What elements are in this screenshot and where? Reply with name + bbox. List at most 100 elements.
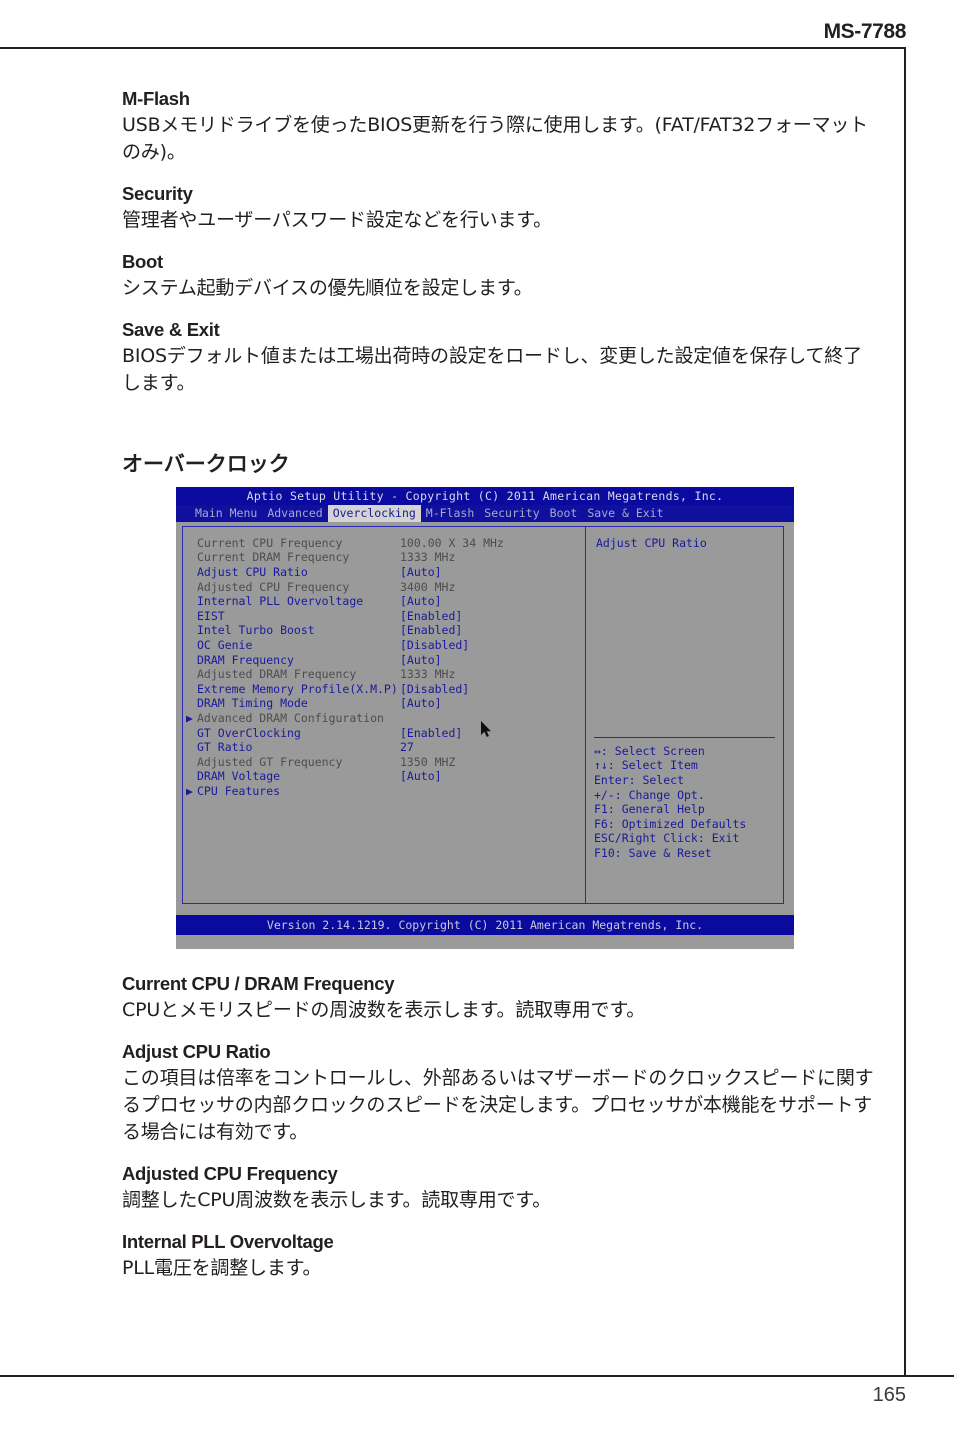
section-body: USBメモリドライブを使ったBIOS更新を行う際に使用します。(FAT/FAT3… (122, 114, 868, 163)
manual-section: M-Flash USBメモリドライブを使ったBIOS更新を行う際に使用します。(F… (122, 88, 878, 166)
mouse-cursor-icon (481, 720, 491, 737)
bios-tab-boot[interactable]: Boot (545, 505, 583, 522)
bios-help-key: F10: Save & Reset (594, 845, 712, 860)
bios-help-key: F1: General Help (594, 802, 705, 817)
bios-tab-security[interactable]: Security (479, 505, 544, 522)
overclock-heading: オーバークロック (122, 451, 290, 476)
bios-setting-value[interactable]: [Auto] (400, 594, 442, 609)
bios-help-key: Enter: Select (594, 773, 685, 787)
bios-tab-save-exit[interactable]: Save & Exit (582, 505, 668, 522)
header-rule (0, 47, 906, 49)
bios-setting-label: Adjusted DRAM Frequency (197, 667, 357, 682)
bios-setting-value[interactable]: [Disabled] (400, 682, 469, 697)
bios-setting-row[interactable]: Adjusted GT Frequency 1350 MHZ (183, 755, 586, 770)
bios-title-bar: Aptio Setup Utility - Copyright (C) 2011… (176, 486, 794, 505)
bios-setting-row[interactable]: DRAM Frequency [Auto] (183, 653, 586, 668)
bios-setting-row[interactable]: Extreme Memory Profile(X.M.P) [Disabled] (183, 682, 586, 697)
bios-setting-row[interactable]: ▶ Advanced DRAM Configuration (183, 711, 586, 726)
document-code: MS-7788 (823, 20, 907, 43)
bios-setting-value[interactable]: [Enabled] (400, 609, 462, 624)
setting-body: PLL電圧を調整します。 (122, 1256, 322, 1279)
bios-setting-value[interactable]: [Auto] (400, 696, 442, 711)
bios-setting-row[interactable]: DRAM Voltage [Auto] (183, 769, 586, 784)
bios-setting-value[interactable]: 100.00 X 34 MHz (400, 536, 504, 551)
manual-section: Security 管理者やユーザーパスワード設定などを行います。 (122, 183, 878, 234)
bios-tab-bar[interactable]: Main Menu Advanced Overclocking M-Flash Secu… (176, 504, 794, 522)
setting-description: Internal PLL Overvoltage PLL電圧を調整します。 (122, 1231, 878, 1282)
page-right-rule (904, 47, 906, 1377)
setting-body: 調整したCPU周波数を表示します。読取専用です。 (122, 1188, 552, 1211)
bios-setting-value[interactable]: [Auto] (400, 653, 442, 668)
bios-setting-label: Current CPU Frequency (197, 535, 343, 550)
bios-setting-label: Advanced DRAM Configuration (197, 710, 384, 725)
bios-setting-row[interactable]: ▶ CPU Features (183, 784, 586, 799)
bios-setting-label: DRAM Frequency (197, 652, 294, 667)
setting-body: CPUとメモリスピードの周波数を表示します。読取専用です。 (122, 998, 646, 1021)
setting-body: この項目は倍率をコントロールし、外部あるいはマザーボードのクロックスピードに関す… (122, 1066, 874, 1143)
section-body: 管理者やユーザーパスワード設定などを行います。 (122, 208, 552, 231)
bios-setting-label: OC Genie (197, 637, 253, 652)
bios-setting-row[interactable]: OC Genie [Disabled] (183, 638, 586, 653)
bios-help-key: ESC/Right Click: Exit (594, 831, 740, 846)
bios-setting-row[interactable]: Current DRAM Frequency 1333 MHz (183, 550, 586, 565)
bios-tab-main-menu[interactable]: Main Menu (190, 505, 262, 522)
bios-setting-value[interactable]: 3400 MHz (400, 580, 455, 595)
section-title: Security (122, 182, 193, 204)
section-title: Boot (122, 250, 163, 272)
bios-setting-value[interactable]: 1333 MHz (400, 550, 455, 565)
setting-title: Internal PLL Overvoltage (122, 1230, 334, 1252)
bios-help-separator (594, 736, 775, 738)
intro-sections: M-Flash USBメモリドライブを使ったBIOS更新を行う際に使用します。(F… (122, 88, 878, 397)
bios-setting-value[interactable]: 1350 MHZ (400, 755, 455, 770)
setting-title: Adjusted CPU Frequency (122, 1162, 338, 1184)
bios-setting-row[interactable]: Adjusted CPU Frequency 3400 MHz (183, 580, 586, 595)
manual-section: Boot システム起動デバイスの優先順位を設定します。 (122, 251, 878, 302)
bios-setting-row[interactable]: Adjusted DRAM Frequency 1333 MHz (183, 667, 586, 682)
bios-setting-value[interactable]: [Enabled] (400, 726, 462, 741)
submenu-arrow-icon: ▶ (186, 783, 193, 798)
bios-setting-label: GT Ratio (197, 740, 253, 755)
bios-setting-value[interactable]: 1333 MHz (400, 667, 455, 682)
bios-help-key: +/-: Change Opt. (594, 787, 705, 802)
bios-setting-row[interactable]: Adjust CPU Ratio [Auto] (183, 565, 586, 580)
bios-setting-row[interactable]: DRAM Timing Mode [Auto] (183, 696, 586, 711)
bios-screenshot: Aptio Setup Utility - Copyright (C) 2011… (176, 486, 794, 949)
bios-setting-row[interactable]: Current CPU Frequency 100.00 X 34 MHz (183, 536, 586, 551)
setting-description: Current CPU / DRAM Frequency CPUとメモリスピードの… (122, 973, 878, 1024)
bios-help-key: ↔: Select Screen (594, 743, 705, 758)
bios-setting-row[interactable]: GT Ratio 27 (183, 740, 586, 755)
bios-setting-label: Adjust CPU Ratio (197, 565, 308, 579)
bios-setting-row[interactable]: GT OverClocking [Enabled] (183, 726, 586, 741)
bios-help-panel: Adjust CPU Ratio ↔: Select Screen ↑↓: Sel… (585, 525, 784, 904)
bios-setting-value[interactable]: [Disabled] (400, 638, 469, 653)
bios-setting-value[interactable]: [Auto] (400, 769, 442, 784)
section-body: BIOSデフォルト値または工場出荷時の設定をロードし、変更した設定値を保存して終… (122, 344, 862, 394)
bios-setting-row[interactable]: Internal PLL Overvoltage [Auto] (183, 594, 586, 609)
page-content: M-Flash USBメモリドライブを使ったBIOS更新を行う際に使用します。(F… (122, 88, 878, 1299)
bios-setting-label: CPU Features (197, 783, 281, 798)
bios-setting-label: Extreme Memory Profile(X.M.P) (197, 681, 398, 696)
bios-body: Current CPU Frequency 100.00 X 34 MHz Curr… (176, 521, 794, 909)
footer-rule (0, 1375, 954, 1377)
bios-setting-value[interactable]: [Auto] (400, 565, 442, 580)
bios-setting-label: Adjusted CPU Frequency (197, 579, 350, 594)
bios-setting-row[interactable]: EIST [Enabled] (183, 609, 586, 624)
bios-setting-label: Adjusted GT Frequency (197, 754, 343, 769)
bios-tab-overclocking[interactable]: Overclocking (327, 504, 421, 522)
bios-setting-value[interactable]: 27 (400, 740, 414, 755)
page-number: 165 (872, 1384, 906, 1406)
bios-help-title: Adjust CPU Ratio (596, 535, 707, 550)
section-title: M-Flash (122, 88, 190, 109)
bios-settings-panel[interactable]: Current CPU Frequency 100.00 X 34 MHz Curr… (182, 525, 586, 904)
bios-setting-row[interactable]: Intel Turbo Boost [Enabled] (183, 623, 586, 638)
bios-tab-advanced[interactable]: Advanced (262, 505, 327, 522)
bios-tab-m-flash[interactable]: M-Flash (421, 505, 479, 522)
description-sections: Current CPU / DRAM Frequency CPUとメモリスピードの… (122, 973, 878, 1282)
submenu-arrow-icon: ▶ (186, 710, 193, 725)
setting-title: Current CPU / DRAM Frequency (122, 972, 395, 994)
bios-help-key: ↑↓: Select Item (594, 758, 698, 773)
bios-setting-label: DRAM Timing Mode (197, 696, 308, 711)
bios-setting-value[interactable]: [Enabled] (400, 623, 462, 638)
bios-help-key: F6: Optimized Defaults (594, 816, 747, 831)
